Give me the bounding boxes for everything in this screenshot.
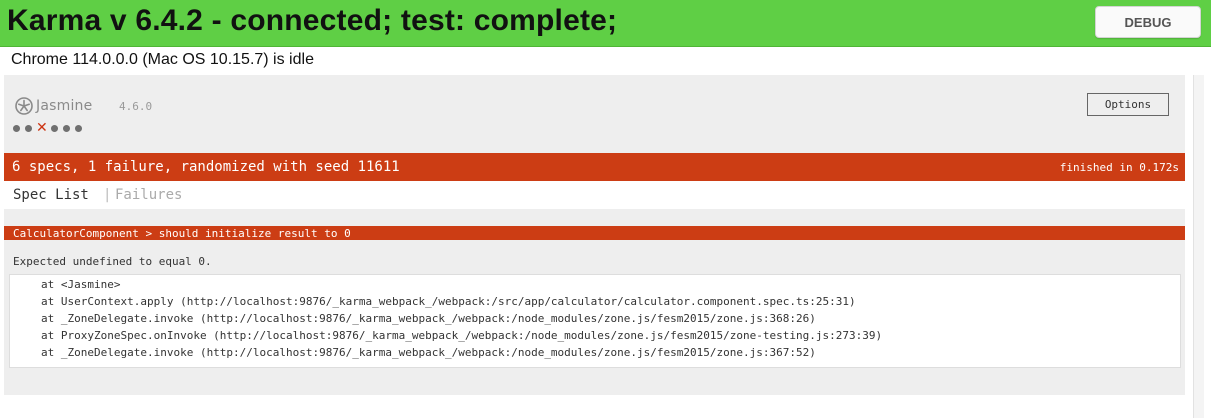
stack-line: at ProxyZoneSpec.onInvoke (http://localh… [41,329,883,342]
spec-list-tab[interactable]: Spec List [13,187,89,203]
failure-title-bar: CalculatorComponent > should initialize … [4,226,1185,240]
jasmine-name: Jasmine [36,98,93,114]
menu-separator: | [103,187,112,203]
debug-button[interactable]: DEBUG [1095,6,1201,38]
jasmine-logo: Jasmine [15,97,92,115]
passed-spec-symbol[interactable] [13,124,20,132]
karma-status-title: Karma v 6.4.2 - connected; test: complet… [7,4,618,37]
jasmine-reporter: Jasmine 4.6.0 Options ✕ 6 specs, 1 failu… [4,75,1185,395]
result-message: Expected undefined to equal 0. [13,255,212,268]
results-summary-bar: 6 specs, 1 failure, randomized with seed… [4,153,1185,181]
failed-spec-symbol[interactable]: ✕ [36,121,48,135]
options-button[interactable]: Options [1087,93,1169,116]
passed-spec-symbol[interactable] [63,124,70,132]
browser-status: Chrome 114.0.0.0 (Mac OS 10.15.7) is idl… [11,51,314,68]
failed-spec-link[interactable]: CalculatorComponent > should initialize … [13,227,351,240]
passed-spec-symbol[interactable] [51,124,58,132]
stack-line: at <Jasmine> [41,278,121,291]
stack-line: at _ZoneDelegate.invoke (http://localhos… [41,346,816,359]
karma-banner: Karma v 6.4.2 - connected; test: complet… [0,0,1211,47]
results-menu: Spec List | Failures [4,181,1185,209]
passed-spec-symbol[interactable] [75,124,82,132]
stack-trace: at <Jasmine> at UserContext.apply (http:… [9,274,1181,368]
duration: finished in 0.172s [1059,161,1179,174]
passed-spec-symbol[interactable] [25,124,32,132]
failures-tab[interactable]: Failures [115,187,182,203]
vertical-scrollbar[interactable] [1193,75,1204,418]
jasmine-version: 4.6.0 [119,100,153,113]
symbol-summary: ✕ [13,121,87,135]
jasmine-flower-icon [15,97,33,115]
stack-line: at UserContext.apply (http://localhost:9… [41,295,856,308]
results-summary: 6 specs, 1 failure, randomized with seed… [12,159,400,175]
stack-line: at _ZoneDelegate.invoke (http://localhos… [41,312,816,325]
